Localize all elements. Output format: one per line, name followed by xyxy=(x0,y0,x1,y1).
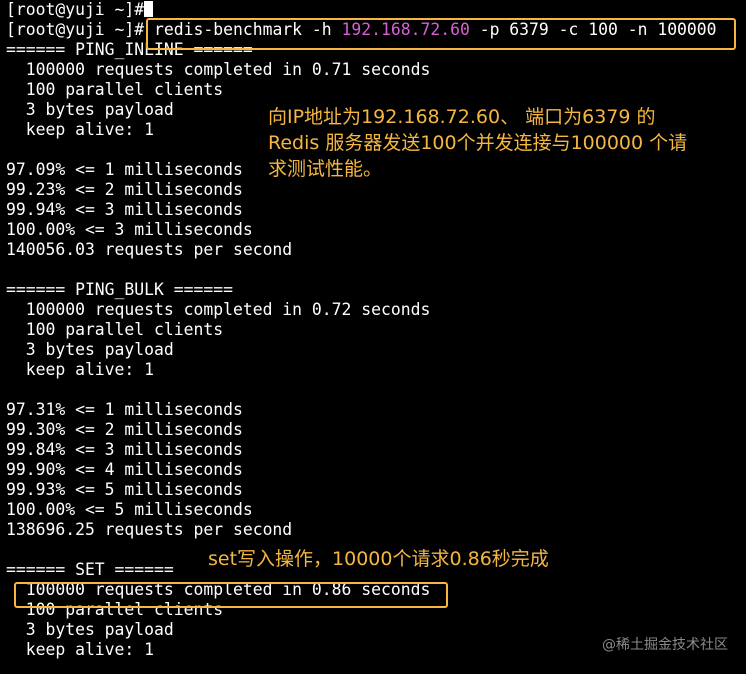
prompt-line-empty: [root@yuji ~]# xyxy=(6,0,154,20)
shell-prompt: [root@yuji ~]# xyxy=(6,0,145,19)
output-line: ====== PING_BULK ====== xyxy=(6,280,233,299)
output-line: 99.94% <= 3 milliseconds xyxy=(6,200,243,219)
command-note-line3: 求测试性能。 xyxy=(268,158,383,180)
output-line: 3 bytes payload xyxy=(6,620,174,639)
output-line: 100.00% <= 3 milliseconds xyxy=(6,220,253,239)
output-line: 97.09% <= 1 milliseconds xyxy=(6,160,243,179)
shell-prompt: [root@yuji ~]# xyxy=(6,20,145,39)
terminal-window[interactable]: [root@yuji ~]# [root@yuji ~]# redis-benc… xyxy=(6,0,746,674)
command-note-line2: Redis 服务器发送100个并发连接与100000 个请 xyxy=(268,132,688,154)
set-note: set写入操作，10000个请求0.86秒完成 xyxy=(208,548,549,570)
output-line: keep alive: 1 xyxy=(6,120,155,139)
output-line: keep alive: 1 xyxy=(6,360,155,379)
output-line: 100000 requests completed in 0.71 second… xyxy=(6,60,431,79)
text-cursor xyxy=(144,1,154,17)
output-line: 99.30% <= 2 milliseconds xyxy=(6,420,243,439)
output-line: 100 parallel clients xyxy=(6,80,224,99)
output-line: 97.31% <= 1 milliseconds xyxy=(6,400,243,419)
command-highlight-box xyxy=(146,18,736,50)
output-line: 99.93% <= 5 milliseconds xyxy=(6,480,243,499)
output-line: 100 parallel clients xyxy=(6,320,224,339)
output-line: 140056.03 requests per second xyxy=(6,240,293,259)
output-line: 3 bytes payload xyxy=(6,100,174,119)
output-line: 100000 requests completed in 0.72 second… xyxy=(6,300,431,319)
set-result-highlight-box xyxy=(14,582,448,608)
output-line: keep alive: 1 xyxy=(6,640,155,659)
output-line: 99.90% <= 4 milliseconds xyxy=(6,460,243,479)
watermark: @稀土掘金技术社区 xyxy=(602,637,728,653)
output-line: 3 bytes payload xyxy=(6,340,174,359)
output-line: 138696.25 requests per second xyxy=(6,520,293,539)
command-note-line1: 向IP地址为192.168.72.60、 端口为6379 的 xyxy=(268,106,656,128)
output-line: 99.84% <= 3 milliseconds xyxy=(6,440,243,459)
output-line: 100.00% <= 5 milliseconds xyxy=(6,500,253,519)
output-line: 99.23% <= 2 milliseconds xyxy=(6,180,243,199)
output-line: ====== SET ====== xyxy=(6,560,174,579)
